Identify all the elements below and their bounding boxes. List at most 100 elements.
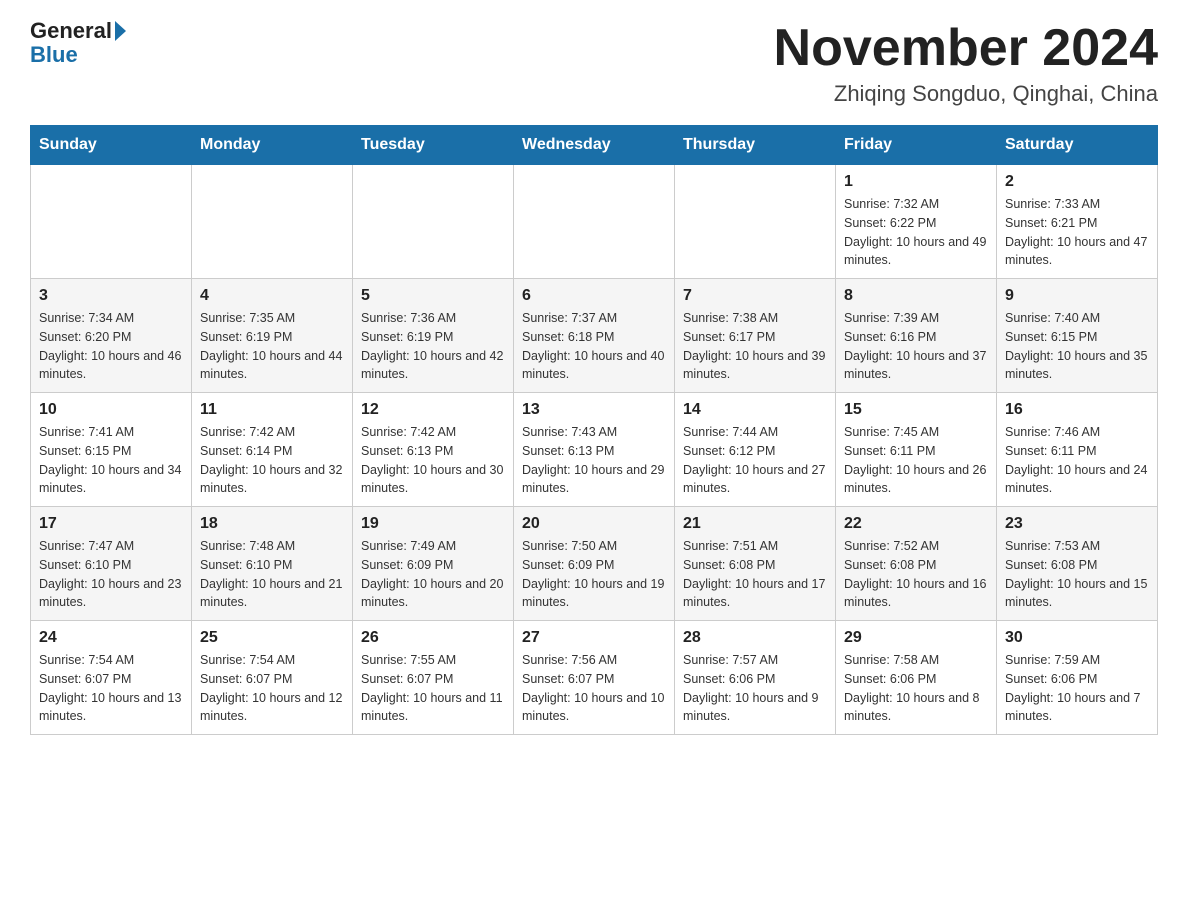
day-info: Sunrise: 7:40 AM Sunset: 6:15 PM Dayligh… — [1005, 309, 1149, 384]
day-number: 7 — [683, 287, 827, 305]
calendar-header-friday: Friday — [836, 126, 997, 165]
calendar-cell: 13 Sunrise: 7:43 AM Sunset: 6:13 PM Dayli… — [514, 393, 675, 507]
calendar-cell: 6Sunrise: 7:37 AM Sunset: 6:18 PM Daylig… — [514, 279, 675, 393]
calendar-cell: 9 Sunrise: 7:40 AM Sunset: 6:15 PM Daylig… — [997, 279, 1158, 393]
calendar-week-row: 24 Sunrise: 7:54 AM Sunset: 6:07 PM Dayli… — [31, 621, 1158, 735]
calendar-cell: 28 Sunrise: 7:57 AM Sunset: 6:06 PM Dayli… — [675, 621, 836, 735]
calendar-cell: 24 Sunrise: 7:54 AM Sunset: 6:07 PM Dayli… — [31, 621, 192, 735]
calendar-week-row: 10 Sunrise: 7:41 AM Sunset: 6:15 PM Dayli… — [31, 393, 1158, 507]
day-info: Sunrise: 7:56 AM Sunset: 6:07 PM Dayligh… — [522, 651, 666, 726]
calendar-cell — [192, 165, 353, 279]
calendar-header-monday: Monday — [192, 126, 353, 165]
day-info: Sunrise: 7:55 AM Sunset: 6:07 PM Dayligh… — [361, 651, 505, 726]
calendar-cell: 30Sunrise: 7:59 AM Sunset: 6:06 PM Dayli… — [997, 621, 1158, 735]
day-number: 4 — [200, 287, 344, 305]
day-number: 22 — [844, 515, 988, 533]
day-info: Sunrise: 7:41 AM Sunset: 6:15 PM Dayligh… — [39, 423, 183, 498]
day-number: 10 — [39, 401, 183, 419]
calendar-table: SundayMondayTuesdayWednesdayThursdayFrid… — [30, 125, 1158, 735]
day-info: Sunrise: 7:54 AM Sunset: 6:07 PM Dayligh… — [39, 651, 183, 726]
day-info: Sunrise: 7:32 AM Sunset: 6:22 PM Dayligh… — [844, 195, 988, 270]
title-area: November 2024 Zhiqing Songduo, Qinghai, … — [774, 20, 1158, 107]
logo-arrow-icon — [115, 21, 126, 41]
day-info: Sunrise: 7:47 AM Sunset: 6:10 PM Dayligh… — [39, 537, 183, 612]
day-info: Sunrise: 7:52 AM Sunset: 6:08 PM Dayligh… — [844, 537, 988, 612]
day-info: Sunrise: 7:34 AM Sunset: 6:20 PM Dayligh… — [39, 309, 183, 384]
day-number: 9 — [1005, 287, 1149, 305]
calendar-cell — [31, 165, 192, 279]
day-number: 20 — [522, 515, 666, 533]
calendar-cell: 5Sunrise: 7:36 AM Sunset: 6:19 PM Daylig… — [353, 279, 514, 393]
day-info: Sunrise: 7:46 AM Sunset: 6:11 PM Dayligh… — [1005, 423, 1149, 498]
calendar-header-row: SundayMondayTuesdayWednesdayThursdayFrid… — [31, 126, 1158, 165]
day-info: Sunrise: 7:42 AM Sunset: 6:13 PM Dayligh… — [361, 423, 505, 498]
day-info: Sunrise: 7:45 AM Sunset: 6:11 PM Dayligh… — [844, 423, 988, 498]
calendar-cell — [675, 165, 836, 279]
day-info: Sunrise: 7:39 AM Sunset: 6:16 PM Dayligh… — [844, 309, 988, 384]
day-number: 3 — [39, 287, 183, 305]
day-number: 19 — [361, 515, 505, 533]
calendar-cell: 20Sunrise: 7:50 AM Sunset: 6:09 PM Dayli… — [514, 507, 675, 621]
main-title: November 2024 — [774, 20, 1158, 77]
calendar-cell: 23 Sunrise: 7:53 AM Sunset: 6:08 PM Dayli… — [997, 507, 1158, 621]
day-number: 2 — [1005, 173, 1149, 191]
calendar-header-saturday: Saturday — [997, 126, 1158, 165]
day-number: 13 — [522, 401, 666, 419]
calendar-header-wednesday: Wednesday — [514, 126, 675, 165]
day-info: Sunrise: 7:44 AM Sunset: 6:12 PM Dayligh… — [683, 423, 827, 498]
day-number: 8 — [844, 287, 988, 305]
calendar-cell: 26 Sunrise: 7:55 AM Sunset: 6:07 PM Dayli… — [353, 621, 514, 735]
logo-general-part: General — [30, 20, 112, 42]
day-info: Sunrise: 7:35 AM Sunset: 6:19 PM Dayligh… — [200, 309, 344, 384]
calendar-cell — [514, 165, 675, 279]
calendar-week-row: 17 Sunrise: 7:47 AM Sunset: 6:10 PM Dayli… — [31, 507, 1158, 621]
day-info: Sunrise: 7:38 AM Sunset: 6:17 PM Dayligh… — [683, 309, 827, 384]
calendar-cell: 12 Sunrise: 7:42 AM Sunset: 6:13 PM Dayli… — [353, 393, 514, 507]
day-info: Sunrise: 7:49 AM Sunset: 6:09 PM Dayligh… — [361, 537, 505, 612]
day-number: 29 — [844, 629, 988, 647]
calendar-cell: 15 Sunrise: 7:45 AM Sunset: 6:11 PM Dayli… — [836, 393, 997, 507]
day-info: Sunrise: 7:54 AM Sunset: 6:07 PM Dayligh… — [200, 651, 344, 726]
calendar-cell: 2 Sunrise: 7:33 AM Sunset: 6:21 PM Daylig… — [997, 165, 1158, 279]
day-info: Sunrise: 7:33 AM Sunset: 6:21 PM Dayligh… — [1005, 195, 1149, 270]
calendar-cell: 21Sunrise: 7:51 AM Sunset: 6:08 PM Dayli… — [675, 507, 836, 621]
calendar-header-sunday: Sunday — [31, 126, 192, 165]
calendar-cell: 22 Sunrise: 7:52 AM Sunset: 6:08 PM Dayli… — [836, 507, 997, 621]
day-number: 17 — [39, 515, 183, 533]
day-number: 14 — [683, 401, 827, 419]
day-number: 24 — [39, 629, 183, 647]
day-number: 25 — [200, 629, 344, 647]
day-info: Sunrise: 7:43 AM Sunset: 6:13 PM Dayligh… — [522, 423, 666, 498]
day-number: 12 — [361, 401, 505, 419]
calendar-cell: 1 Sunrise: 7:32 AM Sunset: 6:22 PM Daylig… — [836, 165, 997, 279]
day-number: 23 — [1005, 515, 1149, 533]
calendar-cell: 18 Sunrise: 7:48 AM Sunset: 6:10 PM Dayli… — [192, 507, 353, 621]
calendar-cell: 17 Sunrise: 7:47 AM Sunset: 6:10 PM Dayli… — [31, 507, 192, 621]
calendar-cell: 7 Sunrise: 7:38 AM Sunset: 6:17 PM Daylig… — [675, 279, 836, 393]
day-info: Sunrise: 7:58 AM Sunset: 6:06 PM Dayligh… — [844, 651, 988, 726]
calendar-cell: 19 Sunrise: 7:49 AM Sunset: 6:09 PM Dayli… — [353, 507, 514, 621]
calendar-cell: 10 Sunrise: 7:41 AM Sunset: 6:15 PM Dayli… — [31, 393, 192, 507]
calendar-week-row: 3 Sunrise: 7:34 AM Sunset: 6:20 PM Daylig… — [31, 279, 1158, 393]
logo-blue-part: Blue — [30, 42, 78, 67]
day-number: 6 — [522, 287, 666, 305]
day-number: 15 — [844, 401, 988, 419]
calendar-cell: 29 Sunrise: 7:58 AM Sunset: 6:06 PM Dayli… — [836, 621, 997, 735]
day-number: 18 — [200, 515, 344, 533]
logo: General Blue — [30, 20, 126, 68]
day-number: 26 — [361, 629, 505, 647]
day-info: Sunrise: 7:53 AM Sunset: 6:08 PM Dayligh… — [1005, 537, 1149, 612]
calendar-cell: 27Sunrise: 7:56 AM Sunset: 6:07 PM Dayli… — [514, 621, 675, 735]
calendar-cell — [353, 165, 514, 279]
day-number: 28 — [683, 629, 827, 647]
day-info: Sunrise: 7:59 AM Sunset: 6:06 PM Dayligh… — [1005, 651, 1149, 726]
day-info: Sunrise: 7:57 AM Sunset: 6:06 PM Dayligh… — [683, 651, 827, 726]
day-number: 1 — [844, 173, 988, 191]
calendar-cell: 16Sunrise: 7:46 AM Sunset: 6:11 PM Dayli… — [997, 393, 1158, 507]
day-info: Sunrise: 7:51 AM Sunset: 6:08 PM Dayligh… — [683, 537, 827, 612]
day-info: Sunrise: 7:36 AM Sunset: 6:19 PM Dayligh… — [361, 309, 505, 384]
calendar-week-row: 1 Sunrise: 7:32 AM Sunset: 6:22 PM Daylig… — [31, 165, 1158, 279]
day-info: Sunrise: 7:48 AM Sunset: 6:10 PM Dayligh… — [200, 537, 344, 612]
calendar-cell: 25 Sunrise: 7:54 AM Sunset: 6:07 PM Dayli… — [192, 621, 353, 735]
calendar-cell: 8 Sunrise: 7:39 AM Sunset: 6:16 PM Daylig… — [836, 279, 997, 393]
